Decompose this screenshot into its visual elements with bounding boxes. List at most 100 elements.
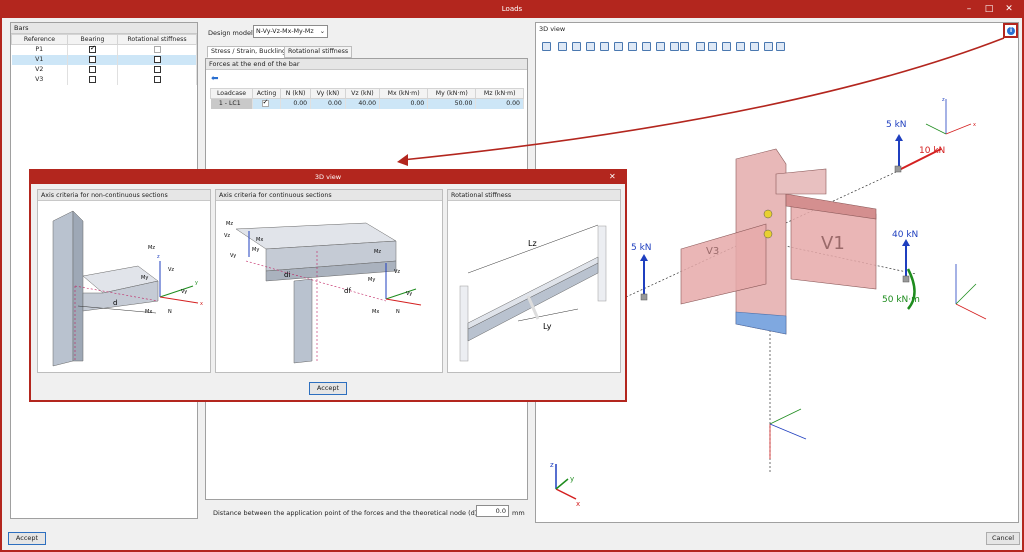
col-bearing: Bearing	[67, 34, 118, 45]
table-row[interactable]: V3	[11, 74, 197, 85]
fig1-z-label: z	[157, 254, 160, 260]
add-row-icon[interactable]: ⬅	[211, 74, 219, 84]
panel-continuous-title: Axis criteria for continuous sections	[216, 190, 442, 201]
dim-df-label: df	[344, 287, 351, 295]
fig2-vz-label-left: Vz	[224, 233, 230, 239]
n-cell[interactable]: 0.00	[280, 98, 312, 109]
col-reference: Reference	[11, 34, 68, 45]
force-arrow-head	[640, 254, 648, 261]
chevron-down-icon: ⌄	[319, 28, 325, 35]
non-continuous-figure: d Mz Vz My Vy Mx N z y x	[52, 210, 203, 367]
vy-cell[interactable]: 0.00	[310, 98, 346, 109]
vz-cell[interactable]: 40.00	[345, 98, 381, 109]
fig1-vz-label: Vz	[168, 267, 174, 273]
fig1-n-label: N	[168, 309, 172, 315]
triad-z-label: z	[550, 461, 554, 469]
fig2-vy-label-left: Vy	[230, 253, 236, 259]
fig1-mz-label: Mz	[148, 245, 155, 251]
bolt-icon	[763, 229, 773, 239]
moment-50knm-label: 50 kN·m	[882, 295, 920, 305]
close-button[interactable]: ✕	[1000, 3, 1018, 16]
fig2-n-label: N	[396, 309, 400, 315]
rotational-stiffness-checkbox[interactable]	[153, 55, 161, 63]
rotational-stiffness-checkbox[interactable]	[153, 75, 161, 83]
distance-unit: mm	[512, 509, 525, 517]
modal-accept-button[interactable]: Accept	[309, 382, 347, 395]
table-row[interactable]: V2	[11, 64, 197, 75]
modal-title: 3D view	[31, 171, 625, 184]
bearing-checkbox[interactable]	[89, 75, 96, 83]
fig2-my-label-left: My	[252, 247, 259, 253]
distance-label: Distance between the application point o…	[213, 509, 478, 517]
bar-reference: V3	[11, 74, 68, 85]
node-marker	[640, 293, 648, 301]
tab-stress-strain-buckling[interactable]: Stress / Strain, Buckling	[207, 46, 291, 58]
triad-x-label: x	[576, 500, 580, 508]
col-acting: Acting	[252, 88, 281, 99]
base-plate-shape	[735, 311, 787, 335]
fig1-x-label: x	[200, 301, 203, 307]
bar-reference: P1	[11, 44, 68, 55]
fig1-my-label: My	[141, 275, 148, 281]
rotational-stiffness-checkbox[interactable]	[153, 65, 161, 73]
triad-y-label: y	[570, 475, 574, 483]
bar-reference: V2	[11, 64, 68, 75]
bearing-checkbox[interactable]	[89, 55, 96, 63]
triad-x	[555, 488, 577, 500]
fig2-mx-label: Mx	[372, 309, 379, 315]
triad-y	[555, 478, 569, 490]
rotational-stiffness-figure: Lz Ly	[459, 224, 607, 362]
fig2-mz-label: Mz	[374, 249, 381, 255]
table-row[interactable]: P1	[11, 44, 197, 55]
col-vy: Vy (kN)	[310, 88, 346, 99]
callout-arrow	[397, 37, 1005, 166]
dim-d-label: d	[113, 299, 117, 307]
continuous-figure: di df Mz Vz My Vy Mx Mz Vz My Vy Mx N	[224, 221, 422, 364]
acting-checkbox[interactable]	[261, 98, 269, 107]
maximize-button[interactable]: □	[980, 3, 998, 16]
fig2-vz-label: Vz	[394, 269, 400, 275]
view3d-modal: 3D view ✕ Axis criteria for non-continuo…	[29, 169, 627, 402]
panel-rotational-stiffness-title: Rotational stiffness	[448, 190, 620, 201]
fig2-my-label: My	[368, 277, 375, 283]
loads-window: Loads – □ ✕ Bars Reference Bearing Rotat…	[0, 0, 1024, 552]
accept-button[interactable]: Accept	[8, 532, 46, 545]
dim-lz-label: Lz	[528, 239, 537, 248]
v1-label: V1	[821, 233, 845, 254]
force-5kn-left-label: 5 kN	[631, 243, 652, 253]
force-arrow-head	[902, 239, 910, 246]
window-title: Loads	[501, 5, 523, 13]
col-loadcase: Loadcase	[210, 88, 253, 99]
loadcase-cell: 1 - LC1	[210, 98, 253, 109]
cancel-button[interactable]: Cancel	[986, 532, 1020, 545]
bearing-checkbox[interactable]	[89, 44, 96, 53]
title-bar: Loads – □ ✕	[2, 2, 1022, 18]
col-rotational-stiffness: Rotational stiffness	[117, 34, 197, 45]
minimize-button[interactable]: –	[960, 3, 978, 16]
tab-rotational-stiffness[interactable]: Rotational stiffness	[284, 46, 353, 58]
modal-close-button[interactable]: ✕	[609, 172, 616, 181]
design-model-value: N-Vy-Vz-Mx-My-Mz	[256, 28, 314, 35]
col-n: N (kN)	[279, 88, 312, 99]
table-row[interactable]: V1	[11, 54, 197, 65]
node-marker	[902, 275, 910, 283]
dim-ly-label: Ly	[543, 322, 552, 331]
rotational-stiffness-checkbox	[153, 46, 161, 53]
fig1-vy-label: Vy	[181, 289, 187, 295]
bar-reference: V1	[11, 54, 68, 65]
panel-rotational-stiffness: Rotational stiffness Lz Ly	[447, 189, 621, 373]
panel-non-continuous: Axis criteria for non-continuous section…	[37, 189, 211, 373]
design-model-label: Design model	[208, 29, 253, 37]
bars-title: Bars	[11, 23, 197, 34]
fig2-mz-label-left: Mz	[226, 221, 233, 227]
distance-input[interactable]: 0.0	[476, 505, 509, 517]
bars-table: Reference Bearing Rotational stiffness P…	[11, 34, 197, 85]
force-40kn-label: 40 kN	[892, 230, 918, 240]
dim-di-label: di	[284, 271, 290, 279]
panel-continuous: Axis criteria for continuous sections di…	[215, 189, 443, 373]
fig1-mx-label: Mx	[145, 309, 152, 315]
col-vz: Vz (kN)	[344, 88, 381, 99]
fig2-vy-label: Vy	[406, 291, 412, 297]
design-model-select[interactable]: N-Vy-Vz-Mx-My-Mz ⌄	[253, 25, 328, 38]
bearing-checkbox[interactable]	[89, 65, 96, 73]
